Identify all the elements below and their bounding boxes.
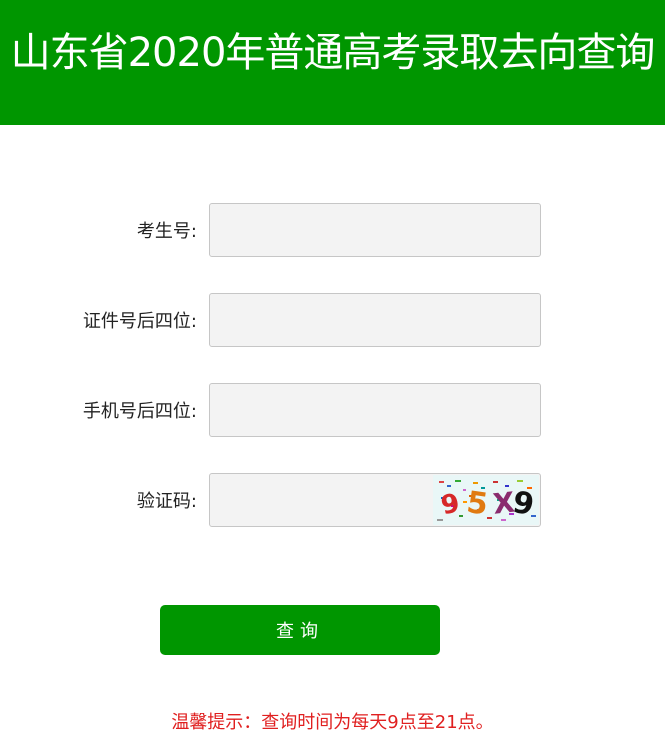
captcha-label: 验证码: <box>136 491 197 512</box>
exam-number-input[interactable] <box>210 204 540 256</box>
page-header: 山东省2020年普通高考录取去向查询 <box>0 0 665 125</box>
id-last4-input[interactable] <box>210 294 540 346</box>
exam-number-label: 考生号: <box>136 221 197 242</box>
phone-last4-row: 手机号后四位: <box>0 383 665 437</box>
hint-text: 温馨提示：查询时间为每天9点至21点。 <box>171 712 494 733</box>
phone-last4-field-box[interactable] <box>209 383 541 437</box>
captcha-image[interactable]: 95X9 <box>433 475 539 525</box>
exam-number-row: 考生号: <box>0 203 665 257</box>
captcha-field-box[interactable]: 95X9 <box>209 473 541 527</box>
query-button[interactable]: 查询 <box>160 605 440 655</box>
captcha-input[interactable] <box>210 474 430 526</box>
captcha-noise-graphic: 9 5 X9 <box>433 475 539 525</box>
phone-last4-label: 手机号后四位: <box>82 401 197 422</box>
phone-last4-input[interactable] <box>210 384 540 436</box>
captcha-row: 验证码: 9 5 X 9 <box>0 473 665 527</box>
id-last4-label: 证件号后四位: <box>82 311 197 332</box>
page-title: 山东省2020年普通高考录取去向查询 <box>10 29 656 76</box>
id-last4-row: 证件号后四位: <box>0 293 665 347</box>
exam-number-field-box[interactable] <box>209 203 541 257</box>
id-last4-field-box[interactable] <box>209 293 541 347</box>
